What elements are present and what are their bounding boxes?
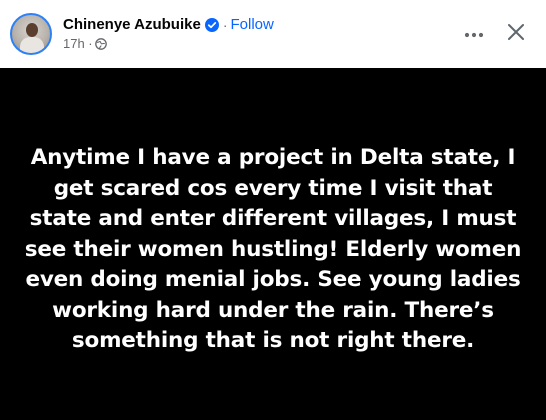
header-actions xyxy=(456,16,534,52)
post-card: Chinenye Azubuike · Follow 17h · Anytime… xyxy=(0,0,546,420)
follow-button[interactable]: Follow xyxy=(230,16,273,34)
avatar[interactable] xyxy=(10,13,52,55)
globe-icon[interactable] xyxy=(94,38,107,50)
avatar-head xyxy=(26,23,38,37)
more-options-icon xyxy=(464,25,484,43)
author-name[interactable]: Chinenye Azubuike xyxy=(63,16,201,34)
name-row: Chinenye Azubuike · Follow xyxy=(63,16,274,34)
separator-dot: · xyxy=(222,17,228,33)
verified-badge-icon xyxy=(204,18,219,32)
post-meta: Chinenye Azubuike · Follow 17h · xyxy=(63,16,274,52)
timestamp-row: 17h · xyxy=(63,36,274,52)
post-timestamp[interactable]: 17h · xyxy=(63,36,93,52)
post-text-background: Anytime I have a project in Delta state,… xyxy=(0,68,546,420)
close-button[interactable] xyxy=(498,16,534,52)
post-text: Anytime I have a project in Delta state,… xyxy=(24,145,522,354)
avatar-body xyxy=(20,37,44,53)
close-icon xyxy=(507,23,525,46)
more-options-button[interactable] xyxy=(456,16,492,52)
post-header: Chinenye Azubuike · Follow 17h · xyxy=(0,0,546,68)
